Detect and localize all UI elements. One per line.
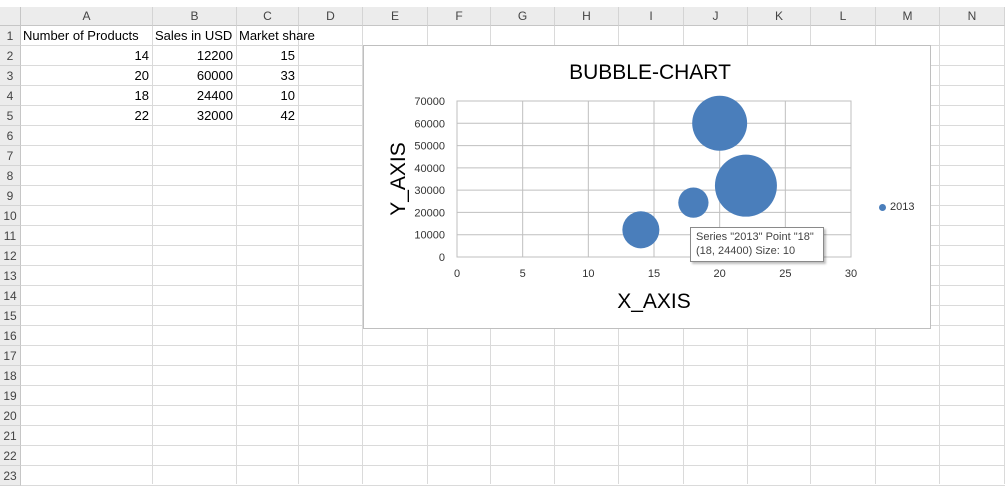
cell-b3[interactable]: 60000 [153, 66, 235, 86]
column-header-n[interactable]: N [940, 7, 1005, 26]
row-header-20[interactable]: 20 [0, 406, 21, 426]
x-tick-label: 25 [779, 268, 791, 280]
chart-legend[interactable]: 2013 [879, 201, 914, 213]
x-axis-title: X_AXIS [617, 290, 691, 313]
cell-b4[interactable]: 24400 [153, 86, 235, 106]
row-header-18[interactable]: 18 [0, 366, 21, 386]
row-header-16[interactable]: 16 [0, 326, 21, 346]
bubble-chart: BUBBLE-CHART 0 5 10 15 20 25 30 0 10000 20000 30000… [387, 61, 857, 313]
gridline-vertical [298, 26, 299, 484]
row-header-9[interactable]: 9 [0, 186, 21, 206]
column-header-c[interactable]: C [237, 7, 299, 26]
y-tick-label: 50000 [414, 141, 445, 153]
chart-title: BUBBLE-CHART [569, 61, 731, 84]
row-header-21[interactable]: 21 [0, 426, 21, 446]
y-tick-label: 30000 [414, 185, 445, 197]
row-header-4[interactable]: 4 [0, 86, 21, 106]
bubble-4 [714, 154, 777, 217]
row-header-2[interactable]: 2 [0, 46, 21, 66]
row-header-8[interactable]: 8 [0, 166, 21, 186]
y-tick-label: 0 [439, 252, 445, 264]
cell-c5[interactable]: 42 [237, 106, 297, 126]
chart-area[interactable]: BUBBLE-CHART 0 5 10 15 20 25 30 0 10000 20000 30000… [363, 45, 931, 329]
cell-b5[interactable]: 32000 [153, 106, 235, 126]
column-header-h[interactable]: H [555, 7, 619, 26]
cell-c1[interactable]: Market share [237, 26, 327, 46]
cell-a1[interactable]: Number of Products [21, 26, 153, 46]
row-header-7[interactable]: 7 [0, 146, 21, 166]
y-tick-label: 10000 [414, 230, 445, 242]
row-header-3[interactable]: 3 [0, 66, 21, 86]
legend-marker [879, 203, 886, 211]
column-header-m[interactable]: M [876, 7, 940, 26]
gridline-horizontal [21, 345, 1005, 346]
bubble-3 [678, 187, 709, 218]
row-header-12[interactable]: 12 [0, 246, 21, 266]
row-header-10[interactable]: 10 [0, 206, 21, 226]
row-header-1[interactable]: 1 [0, 26, 21, 46]
y-tick-label: 20000 [414, 207, 445, 219]
y-tick-label: 70000 [414, 96, 445, 108]
row-header-11[interactable]: 11 [0, 226, 21, 246]
row-header-19[interactable]: 19 [0, 386, 21, 406]
gridline-vertical [939, 26, 940, 484]
row-header-15[interactable]: 15 [0, 306, 21, 326]
gridline-horizontal [21, 405, 1005, 406]
column-header-g[interactable]: G [491, 7, 555, 26]
tooltip-line-1: Series "2013" Point "18" [696, 231, 814, 243]
bubble-1 [622, 211, 660, 249]
x-tick-label: 0 [454, 268, 460, 280]
legend-label: 2013 [890, 201, 915, 213]
gridline-horizontal [21, 465, 1005, 466]
row-header-5[interactable]: 5 [0, 106, 21, 126]
cell-c3[interactable]: 33 [237, 66, 297, 86]
x-tick-label: 30 [845, 268, 857, 280]
cell-b2[interactable]: 12200 [153, 46, 235, 66]
column-header-k[interactable]: K [748, 7, 811, 26]
cell-a2[interactable]: 14 [21, 46, 151, 66]
cell-c4[interactable]: 10 [237, 86, 297, 106]
row-header-13[interactable]: 13 [0, 266, 21, 286]
row-header-6[interactable]: 6 [0, 126, 21, 146]
x-tick-label: 10 [582, 268, 594, 280]
column-header-i[interactable]: I [619, 7, 684, 26]
x-tick-label: 5 [520, 268, 526, 280]
gridline-horizontal [21, 445, 1005, 446]
gridline-horizontal [21, 385, 1005, 386]
y-tick-label: 40000 [414, 163, 445, 175]
row-header-23[interactable]: 23 [0, 466, 21, 486]
column-header-e[interactable]: E [363, 7, 428, 26]
y-tick-label: 60000 [414, 118, 445, 130]
column-header-l[interactable]: L [811, 7, 876, 26]
row-header-22[interactable]: 22 [0, 446, 21, 466]
row-header-14[interactable]: 14 [0, 286, 21, 306]
column-header-d[interactable]: D [299, 7, 363, 26]
cell-b1[interactable]: Sales in USD [153, 26, 237, 46]
column-header-a[interactable]: A [21, 7, 153, 26]
row-header-17[interactable]: 17 [0, 346, 21, 366]
bubble-2 [692, 95, 748, 151]
gridline-horizontal [21, 365, 1005, 366]
gridline-horizontal [21, 425, 1005, 426]
y-axis-title: Y_AXIS [387, 142, 410, 216]
cell-c2[interactable]: 15 [237, 46, 297, 66]
x-tick-label: 20 [714, 268, 726, 280]
column-header-b[interactable]: B [153, 7, 237, 26]
tooltip-line-2: (18, 24400) Size: 10 [696, 245, 796, 257]
cell-a4[interactable]: 18 [21, 86, 151, 106]
column-header-j[interactable]: J [684, 7, 748, 26]
chart-tooltip: Series "2013" Point "18" (18, 24400) Siz… [690, 227, 824, 262]
x-tick-label: 15 [648, 268, 660, 280]
column-header-f[interactable]: F [428, 7, 491, 26]
cell-a3[interactable]: 20 [21, 66, 151, 86]
select-all-corner[interactable] [0, 7, 21, 26]
cell-a5[interactable]: 22 [21, 106, 151, 126]
